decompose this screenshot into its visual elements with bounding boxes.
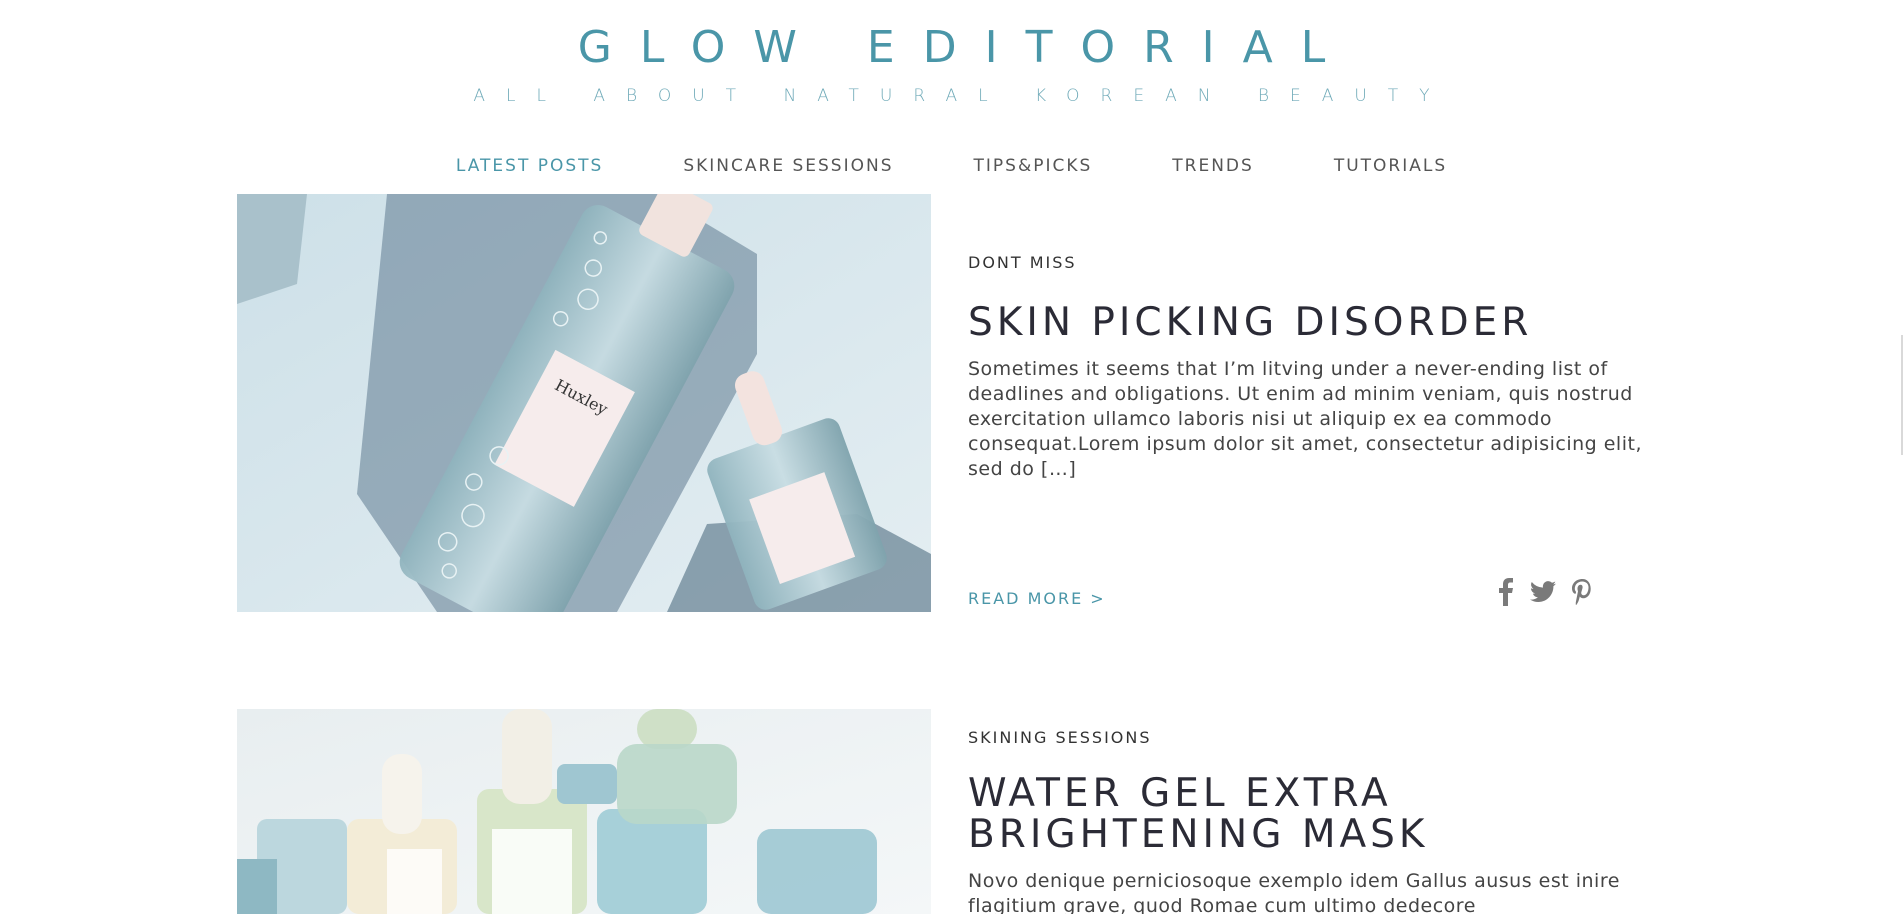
post-excerpt: Novo denique perniciosoque exemplo idem … (968, 870, 1620, 914)
post-image-water-gel[interactable] (237, 709, 931, 914)
nav-item-tips-picks[interactable]: TIPS&PICKS (974, 156, 1093, 176)
post-title-line: WATER GEL EXTRA (968, 771, 1392, 816)
main-nav: LATEST POSTS SKINCARE SESSIONS TIPS&PICK… (0, 156, 1903, 176)
nav-item-trends[interactable]: TRENDS (1172, 156, 1254, 176)
nav-item-skincare-sessions[interactable]: SKINCARE SESSIONS (683, 156, 893, 176)
nav-item-latest-posts[interactable]: LATEST POSTS (456, 156, 603, 176)
post-title[interactable]: WATER GEL EXTRA BRIGHTENING MASK (968, 773, 1668, 855)
post-category[interactable]: DONT MISS (968, 253, 1668, 272)
page: GLOW EDITORIAL ALL ABOUT NATURAL KOREAN … (0, 0, 1903, 914)
facebook-icon[interactable] (1498, 578, 1514, 610)
serum-bottles-photo: Huxley (237, 194, 931, 612)
pinterest-icon[interactable] (1572, 579, 1592, 609)
share-icons (1498, 578, 1592, 610)
post-text-water-gel: SKINING SESSIONS WATER GEL EXTRA BRIGHTE… (968, 728, 1668, 914)
post-excerpt: Sometimes it seems that I’m litving unde… (968, 358, 1642, 480)
post-title-line: BRIGHTENING MASK (968, 812, 1429, 857)
twitter-icon[interactable] (1530, 581, 1556, 607)
nav-item-tutorials[interactable]: TUTORIALS (1334, 156, 1447, 176)
read-more-link[interactable]: READ MORE > (968, 589, 1106, 608)
post-category[interactable]: SKINING SESSIONS (968, 728, 1668, 747)
dropper-bottles-photo (237, 709, 931, 914)
post-title[interactable]: SKIN PICKING DISORDER (968, 302, 1668, 343)
site-title[interactable]: GLOW EDITORIAL (0, 22, 1903, 73)
scrollbar[interactable] (1895, 100, 1903, 914)
post-image-skin-picking[interactable]: Huxley (237, 194, 931, 612)
site-tagline: ALL ABOUT NATURAL KOREAN BEAUTY (473, 86, 1451, 106)
post-text-skin-picking: DONT MISS SKIN PICKING DISORDER Sometime… (968, 253, 1668, 482)
